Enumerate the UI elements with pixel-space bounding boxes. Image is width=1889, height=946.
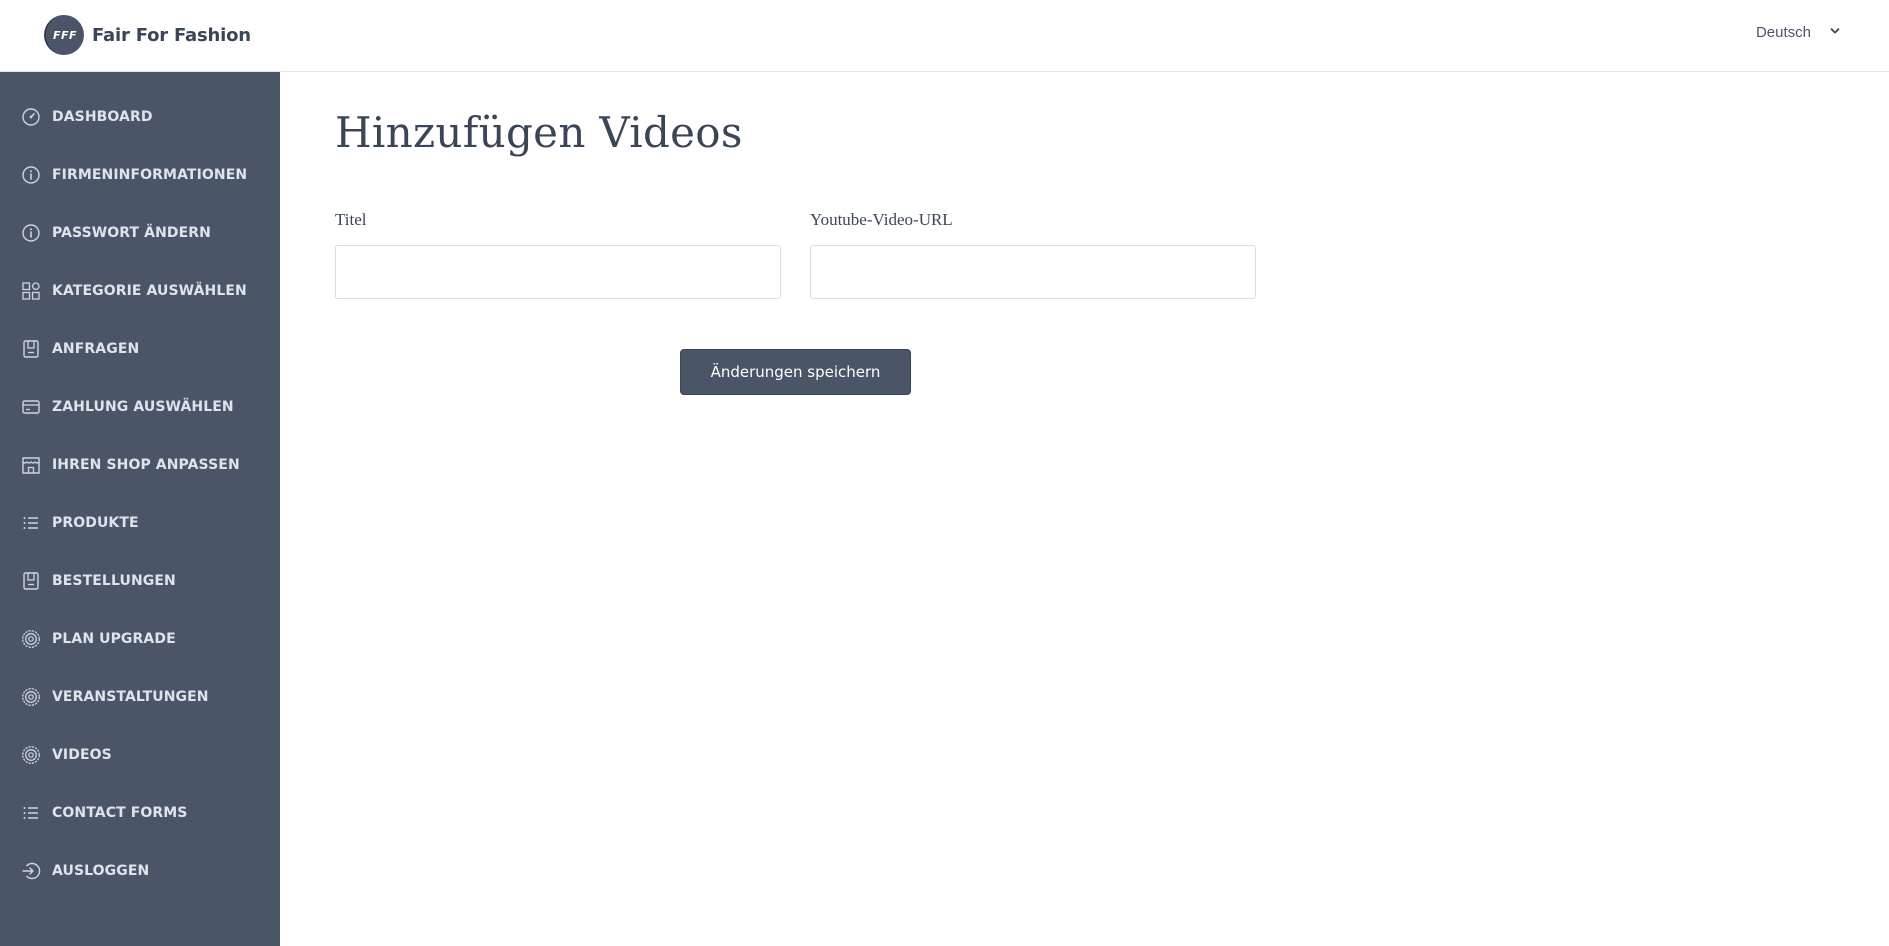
title-field-label: Titel — [335, 210, 367, 229]
list-icon — [20, 512, 42, 534]
sidebar-item-label: DASHBOARD — [52, 109, 153, 125]
gear-icon — [20, 686, 42, 708]
chevron-down-icon — [1829, 24, 1841, 41]
receipt-icon — [20, 338, 42, 360]
gear-icon — [20, 628, 42, 650]
grid-icon — [20, 280, 42, 302]
sidebar-item-zahlung-auswaehlen[interactable]: ZAHLUNG AUSWÄHLEN — [0, 387, 280, 427]
sidebar-item-bestellungen[interactable]: BESTELLUNGEN — [0, 561, 280, 601]
sidebar-item-dashboard[interactable]: DASHBOARD — [0, 97, 280, 137]
youtube-url-input[interactable] — [810, 245, 1256, 299]
sidebar-item-label: CONTACT FORMS — [52, 805, 188, 821]
sidebar-item-label: ZAHLUNG AUSWÄHLEN — [52, 399, 234, 415]
sidebar-item-produkte[interactable]: PRODUKTE — [0, 503, 280, 543]
list-icon — [20, 802, 42, 824]
sidebar-item-passwort-aendern[interactable]: PASSWORT ÄNDERN — [0, 213, 280, 253]
gear-icon — [20, 744, 42, 766]
brand-name: Fair For Fashion — [92, 24, 251, 46]
sidebar: DASHBOARD FIRMENINFORMATIONEN PASSWORT Ä… — [0, 72, 280, 946]
sidebar-item-label: AUSLOGGEN — [52, 863, 150, 879]
language-label: Deutsch — [1755, 24, 1811, 41]
sidebar-item-label: PLAN UPGRADE — [52, 631, 176, 647]
sidebar-item-label: PRODUKTE — [52, 515, 139, 531]
youtube-url-field-group: Youtube-Video-URL — [810, 210, 1256, 232]
title-field-group: Titel — [335, 210, 781, 232]
logo-mark-icon: FFF — [44, 15, 84, 55]
sidebar-item-label: IHREN SHOP ANPASSEN — [52, 457, 240, 473]
sidebar-item-videos[interactable]: VIDEOS — [0, 735, 280, 775]
sidebar-item-label: PASSWORT ÄNDERN — [52, 225, 211, 241]
sidebar-item-firmeninformationen[interactable]: FIRMENINFORMATIONEN — [0, 155, 280, 195]
sidebar-item-label: ANFRAGEN — [52, 341, 140, 357]
top-header: FFF Fair For Fashion Deutsch — [0, 0, 1889, 72]
sidebar-item-label: FIRMENINFORMATIONEN — [52, 167, 248, 183]
receipt-icon — [20, 570, 42, 592]
sidebar-item-kategorie-auswaehlen[interactable]: KATEGORIE AUSWÄHLEN — [0, 271, 280, 311]
sidebar-item-label: BESTELLUNGEN — [52, 573, 176, 589]
save-changes-button[interactable]: Änderungen speichern — [680, 349, 911, 395]
logout-icon — [20, 860, 42, 882]
main-content: Hinzufügen Videos Titel Youtube-Video-UR… — [280, 72, 1889, 946]
info-circle-icon — [20, 222, 42, 244]
sidebar-item-contact-forms[interactable]: CONTACT FORMS — [0, 793, 280, 833]
sidebar-item-veranstaltungen[interactable]: VERANSTALTUNGEN — [0, 677, 280, 717]
page-title: Hinzufügen Videos — [335, 108, 743, 157]
brand-logo[interactable]: FFF Fair For Fashion — [44, 14, 251, 56]
sidebar-item-plan-upgrade[interactable]: PLAN UPGRADE — [0, 619, 280, 659]
sidebar-item-label: KATEGORIE AUSWÄHLEN — [52, 283, 247, 299]
sidebar-item-label: VIDEOS — [52, 747, 112, 763]
sidebar-item-ausloggen[interactable]: AUSLOGGEN — [0, 851, 280, 891]
credit-card-icon — [20, 396, 42, 418]
sidebar-item-label: VERANSTALTUNGEN — [52, 689, 209, 705]
speedometer-icon — [20, 106, 42, 128]
sidebar-item-ihren-shop-anpassen[interactable]: IHREN SHOP ANPASSEN — [0, 445, 280, 485]
shop-icon — [20, 454, 42, 476]
youtube-url-field-label: Youtube-Video-URL — [810, 210, 953, 229]
language-selector[interactable]: Deutsch — [1756, 24, 1841, 41]
info-circle-icon — [20, 164, 42, 186]
sidebar-item-anfragen[interactable]: ANFRAGEN — [0, 329, 280, 369]
title-input[interactable] — [335, 245, 781, 299]
